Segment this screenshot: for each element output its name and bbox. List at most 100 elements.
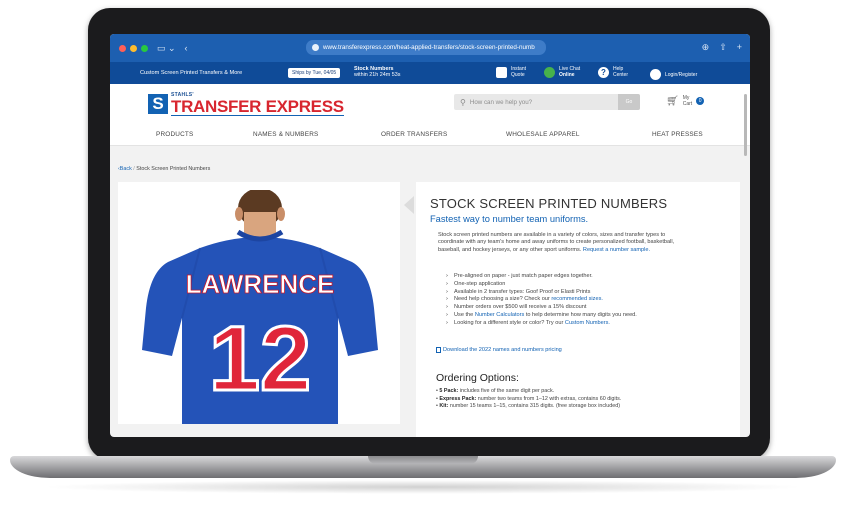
list-item: › Available in 2 transfer types: Goof Pro… bbox=[446, 289, 686, 297]
downloads-icon[interactable]: ⊕ bbox=[702, 42, 710, 53]
fullscreen-window-button[interactable] bbox=[141, 44, 148, 52]
chevron-right-icon: › bbox=[446, 288, 448, 295]
instant-quote-label-2: Quote bbox=[511, 72, 525, 78]
sidebar-toggle-icon[interactable]: ▭ ⌄ bbox=[157, 43, 176, 54]
window-controls bbox=[119, 44, 148, 52]
list-item-text: Pre-aligned on paper - just match paper … bbox=[454, 273, 593, 279]
search-placeholder: How can we help you? bbox=[469, 98, 533, 106]
logo-mark: S bbox=[148, 94, 168, 114]
list-item-text: Available in 2 transfer types: Goof Proo… bbox=[454, 288, 591, 295]
ear-left bbox=[235, 207, 243, 221]
option-label: Express Pack: bbox=[439, 395, 477, 402]
option-text: number 15 teams 1–15, contains 315 digit… bbox=[448, 403, 621, 410]
live-chat-link[interactable]: Live Chat Online bbox=[544, 66, 580, 78]
option-text: includes five of the same digit per pack… bbox=[458, 388, 555, 394]
nav-item-products[interactable]: PRODUCTS bbox=[156, 131, 193, 138]
browser-actions: ⊕ ⇧ + bbox=[702, 42, 742, 53]
breadcrumb-current: Stock Screen Printed Numbers bbox=[136, 166, 211, 172]
browser-toolbar: ▭ ⌄ ‹ www.transferexpress.com/heat-appli… bbox=[110, 34, 750, 62]
search-button[interactable]: Go bbox=[618, 94, 640, 110]
login-label: Login/Register bbox=[665, 71, 698, 78]
option-text: number two teams from 1–12 with extras, … bbox=[476, 395, 622, 402]
number-calculators-link[interactable]: Number Calculators bbox=[475, 312, 524, 318]
product-image-card: LAWRENCE 12 bbox=[118, 182, 400, 424]
logo-wordmark: TRANSFER EXPRESS bbox=[171, 97, 344, 116]
list-item: • Kit: number 15 teams 1–15, contains 31… bbox=[436, 403, 621, 410]
list-item: • 5 Pack: includes five of the same digi… bbox=[436, 388, 555, 394]
minimize-window-button[interactable] bbox=[130, 44, 137, 52]
address-bar[interactable]: www.transferexpress.com/heat-applied-tra… bbox=[306, 40, 546, 55]
back-arrow-icon[interactable]: ‹ bbox=[185, 43, 188, 53]
product-description-card: STOCK SCREEN PRINTED NUMBERS Fastest way… bbox=[416, 182, 740, 437]
list-item: › Use the Number Calculators to help dete… bbox=[446, 312, 686, 320]
stock-numbers-time: within 21h 24m 53s bbox=[354, 72, 401, 79]
jersey-photo[interactable]: LAWRENCE 12 bbox=[142, 190, 378, 424]
laptop-screen: ▭ ⌄ ‹ www.transferexpress.com/heat-appli… bbox=[110, 34, 750, 437]
nav-item-order-transfers[interactable]: ORDER TRANSFERS bbox=[381, 131, 447, 138]
list-item-text: Use the bbox=[454, 311, 475, 318]
search-icon: ⚲ bbox=[460, 97, 466, 107]
cart-link[interactable]: 🛒︎ My Cart 0 bbox=[666, 95, 705, 107]
chevron-right-icon: › bbox=[446, 319, 448, 326]
laptop-shadow bbox=[40, 480, 806, 494]
cart-count-badge: 0 bbox=[696, 97, 705, 105]
list-item-text-after: to help determine how many digits you ne… bbox=[524, 311, 637, 318]
list-item: › Looking for a different style or color?… bbox=[446, 320, 686, 328]
nav-item-names-numbers[interactable]: NAMES & NUMBERS bbox=[253, 131, 319, 138]
neck-shape bbox=[244, 212, 276, 238]
recommended-sizes-link[interactable]: recommended sizes. bbox=[551, 296, 603, 302]
search-input[interactable]: ⚲ How can we help you? bbox=[454, 94, 640, 110]
help-label-2: Center bbox=[613, 72, 629, 78]
ordering-options-list: • 5 Pack: includes five of the same digi… bbox=[436, 388, 706, 411]
laptop-scene: ▭ ⌄ ‹ www.transferexpress.com/heat-appli… bbox=[0, 0, 846, 505]
live-chat-status: Online bbox=[559, 72, 575, 78]
list-item: › Pre-aligned on paper - just match paper… bbox=[446, 273, 686, 281]
chevron-right-icon: › bbox=[446, 296, 448, 303]
option-label: 5 Pack: bbox=[439, 388, 459, 394]
jersey-name-text: LAWRENCE bbox=[186, 269, 335, 299]
help-icon: ? bbox=[598, 66, 609, 78]
list-item-text: One-step application bbox=[454, 280, 506, 287]
user-icon bbox=[650, 69, 661, 80]
share-icon[interactable]: ⇧ bbox=[719, 42, 727, 53]
product-title: STOCK SCREEN PRINTED NUMBERS bbox=[430, 196, 668, 211]
breadcrumb: ‹Back / Stock Screen Printed Numbers bbox=[118, 166, 211, 172]
stock-numbers-title: Stock Numbers bbox=[354, 66, 394, 72]
calculator-icon bbox=[496, 66, 507, 78]
cart-label-line-2: Cart bbox=[682, 101, 693, 107]
image-pointer bbox=[404, 196, 414, 214]
transfer-express-logo[interactable]: S STAHLS' TRANSFER EXPRESS bbox=[148, 91, 344, 117]
cart-icon: 🛒︎ bbox=[666, 95, 679, 107]
laptop-notch bbox=[368, 456, 478, 464]
chat-icon bbox=[544, 66, 555, 78]
list-item-text: Looking for a different style or color? … bbox=[454, 319, 565, 326]
product-subtitle: Fastest way to number team uniforms. bbox=[430, 214, 589, 224]
login-register-link[interactable]: Login/Register bbox=[650, 69, 697, 80]
download-pricing-link[interactable]: Download the 2022 names and numbers pric… bbox=[436, 347, 562, 353]
help-center-link[interactable]: ? Help Center bbox=[598, 66, 628, 78]
new-tab-icon[interactable]: + bbox=[737, 42, 742, 53]
nav-item-wholesale-apparel[interactable]: WHOLESALE APPAREL bbox=[506, 131, 580, 138]
request-sample-link[interactable]: Request a number sample. bbox=[583, 247, 650, 253]
download-pricing-label: Download the 2022 names and numbers pric… bbox=[443, 347, 562, 353]
page-scrollbar[interactable] bbox=[744, 94, 747, 156]
feature-list: › Pre-aligned on paper - just match paper… bbox=[446, 273, 686, 328]
close-window-button[interactable] bbox=[119, 44, 126, 52]
ships-by-badge: Ships by Tue, 04/05 bbox=[288, 68, 341, 78]
url-text: www.transferexpress.com/heat-applied-tra… bbox=[323, 44, 535, 51]
ordering-options-heading: Ordering Options: bbox=[436, 372, 519, 384]
nav-item-heat-presses[interactable]: HEAT PRESSES bbox=[652, 131, 703, 138]
promo-text[interactable]: Custom Screen Printed Transfers & More bbox=[140, 70, 242, 76]
chevron-right-icon: › bbox=[446, 280, 448, 287]
main-nav: PRODUCTS NAMES & NUMBERS ORDER TRANSFERS… bbox=[110, 124, 750, 146]
list-item: › Need help choosing a size? Check our re… bbox=[446, 296, 686, 304]
custom-numbers-link[interactable]: Custom Numbers. bbox=[565, 320, 610, 326]
instant-quote-link[interactable]: Instant Quote bbox=[496, 66, 526, 78]
chevron-right-icon: › bbox=[446, 311, 448, 318]
document-icon bbox=[436, 347, 441, 353]
promo-strip: Custom Screen Printed Transfers & More S… bbox=[110, 62, 750, 84]
back-link[interactable]: ‹Back bbox=[118, 166, 132, 172]
list-item-text: Need help choosing a size? Check our bbox=[454, 296, 552, 303]
site-header: S STAHLS' TRANSFER EXPRESS ⚲ How can we … bbox=[110, 84, 750, 124]
chevron-right-icon: › bbox=[446, 273, 448, 279]
